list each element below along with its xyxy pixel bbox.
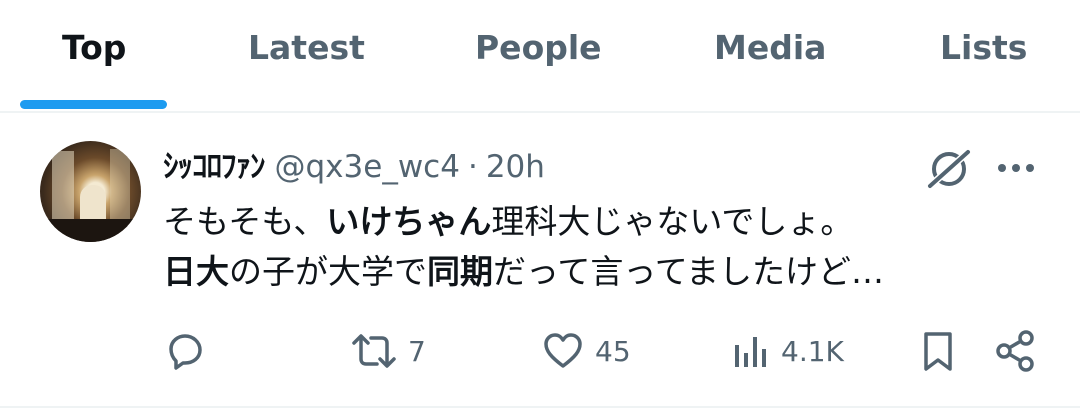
tab-media[interactable]: Media [714,24,826,72]
tab-top[interactable]: Top [62,24,126,72]
views-count: 4.1K [781,334,844,368]
reply-icon [169,334,202,370]
tabs-divider [0,111,1080,113]
retweet-icon [352,334,396,368]
bookmark-icon [924,332,952,371]
grok-icon[interactable] [924,146,974,192]
tweet-text-line-1: そもそも、いけちゃん理科大じゃないでしょ。 [163,202,854,241]
tab-people[interactable]: People [475,24,602,72]
views-icon [735,337,766,367]
heart-icon [544,333,582,368]
tweet-header: ｼｯｺﾛﾌｧﾝ @qx3e_wc4 · 20h [163,143,545,191]
display-name[interactable]: ｼｯｺﾛﾌｧﾝ [163,149,265,185]
share-button[interactable] [994,328,1038,374]
tab-latest[interactable]: Latest [248,24,365,72]
timestamp[interactable]: 20h [486,149,545,185]
active-tab-indicator [20,100,167,109]
tweet-text-line-2: 日大の子が大学で同期だって言ってましたけど… [163,252,885,291]
user-handle[interactable]: @qx3e_wc4 [275,149,460,185]
like-button[interactable]: 45 [541,328,631,374]
bookmark-button[interactable] [918,328,958,374]
search-tabs: Top Latest People Media Lists [0,0,1080,112]
more-options-icon[interactable] [994,150,1038,186]
tweet-divider [0,406,1080,408]
tab-lists[interactable]: Lists [940,24,1027,72]
retweet-button[interactable]: 7 [350,328,426,374]
retweet-count: 7 [408,334,426,368]
reply-button[interactable] [163,328,207,374]
share-icon [996,330,1034,372]
like-count: 45 [595,334,631,368]
views-button[interactable]: 4.1K [731,328,844,374]
avatar[interactable] [40,141,141,242]
separator-dot: · [467,149,478,185]
